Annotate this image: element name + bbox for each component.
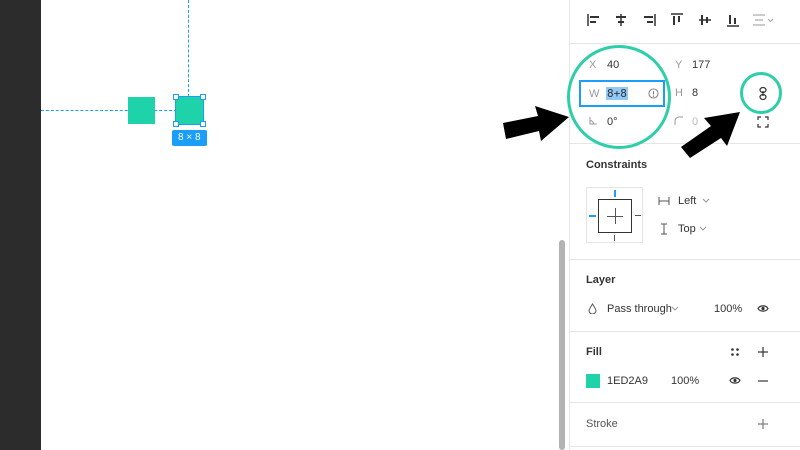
left-sidebar-strip bbox=[0, 0, 41, 450]
eye-icon[interactable] bbox=[757, 304, 769, 313]
distribute-dropdown-icon[interactable] bbox=[751, 12, 775, 28]
add-fill-icon[interactable] bbox=[757, 346, 769, 358]
horizontal-guide-line bbox=[41, 110, 177, 111]
remove-fill-icon[interactable] bbox=[757, 375, 769, 387]
resize-handle-bottom-left[interactable] bbox=[173, 121, 179, 127]
horizontal-constraint-select[interactable]: Left bbox=[678, 195, 696, 207]
vertical-guide-line bbox=[188, 0, 189, 97]
layer-opacity-field[interactable]: 100% bbox=[714, 303, 742, 315]
canvas-scrollbar[interactable] bbox=[559, 240, 565, 450]
chevron-down-icon[interactable] bbox=[671, 306, 679, 312]
constraint-bottom[interactable] bbox=[614, 235, 615, 241]
align-top-icon[interactable] bbox=[669, 12, 685, 28]
constraint-left-active[interactable] bbox=[589, 215, 596, 217]
rectangle-shape[interactable] bbox=[128, 97, 155, 124]
eye-icon[interactable] bbox=[729, 376, 741, 385]
vertical-constraint-select[interactable]: Top bbox=[678, 223, 696, 235]
resize-handle-top-right[interactable] bbox=[200, 94, 206, 100]
align-right-icon[interactable] bbox=[641, 12, 657, 28]
constraints-inner-box bbox=[598, 199, 632, 233]
design-canvas[interactable]: 8 × 8 bbox=[41, 0, 559, 450]
fill-opacity-field[interactable]: 100% bbox=[671, 375, 699, 387]
style-grid-icon[interactable] bbox=[730, 347, 740, 357]
align-vertical-center-icon[interactable] bbox=[697, 12, 713, 28]
layer-section-title: Layer bbox=[586, 274, 616, 286]
blend-mode-drop-icon bbox=[588, 303, 597, 314]
divider bbox=[570, 446, 800, 447]
blend-mode-select[interactable]: Pass through bbox=[607, 303, 672, 315]
selection-size-badge: 8 × 8 bbox=[172, 130, 207, 146]
annotation-circle-dimensions bbox=[567, 45, 671, 149]
chevron-down-icon[interactable] bbox=[699, 226, 707, 232]
horizontal-constraint-icon bbox=[658, 197, 670, 205]
resize-handle-top-left[interactable] bbox=[173, 94, 179, 100]
corner-radius-icon bbox=[674, 116, 683, 125]
align-bottom-icon[interactable] bbox=[725, 12, 741, 28]
resize-handle-bottom-right[interactable] bbox=[200, 121, 206, 127]
fill-color-swatch[interactable] bbox=[586, 374, 600, 388]
chevron-down-icon[interactable] bbox=[702, 198, 710, 204]
divider bbox=[570, 402, 800, 403]
constraint-right[interactable] bbox=[635, 215, 641, 216]
vertical-constraint-icon bbox=[661, 223, 667, 235]
annotation-circle-constrain-proportions bbox=[740, 72, 782, 114]
add-stroke-icon[interactable] bbox=[757, 418, 769, 430]
constraints-section-title: Constraints bbox=[586, 159, 648, 171]
fill-hex-field[interactable]: 1ED2A9 bbox=[607, 375, 648, 387]
align-left-icon[interactable] bbox=[586, 12, 602, 28]
constraint-top-active[interactable] bbox=[614, 190, 616, 197]
independent-corners-icon[interactable] bbox=[757, 116, 769, 128]
align-horizontal-center-icon[interactable] bbox=[613, 12, 629, 28]
divider bbox=[570, 259, 800, 260]
corner-radius-value-field[interactable]: 0 bbox=[692, 116, 698, 128]
fill-section-title: Fill bbox=[586, 346, 602, 358]
stroke-section-title: Stroke bbox=[586, 418, 618, 430]
h-label: H bbox=[675, 87, 683, 99]
alignment-toolbar bbox=[570, 0, 800, 44]
y-value-field[interactable]: 177 bbox=[692, 59, 710, 71]
constraint-center-horizontal[interactable] bbox=[607, 216, 623, 217]
selected-rectangle-shape[interactable] bbox=[175, 96, 204, 125]
height-value-field[interactable]: 8 bbox=[692, 87, 698, 99]
constraints-widget[interactable] bbox=[586, 187, 643, 243]
y-label: Y bbox=[675, 59, 683, 71]
divider bbox=[570, 331, 800, 332]
